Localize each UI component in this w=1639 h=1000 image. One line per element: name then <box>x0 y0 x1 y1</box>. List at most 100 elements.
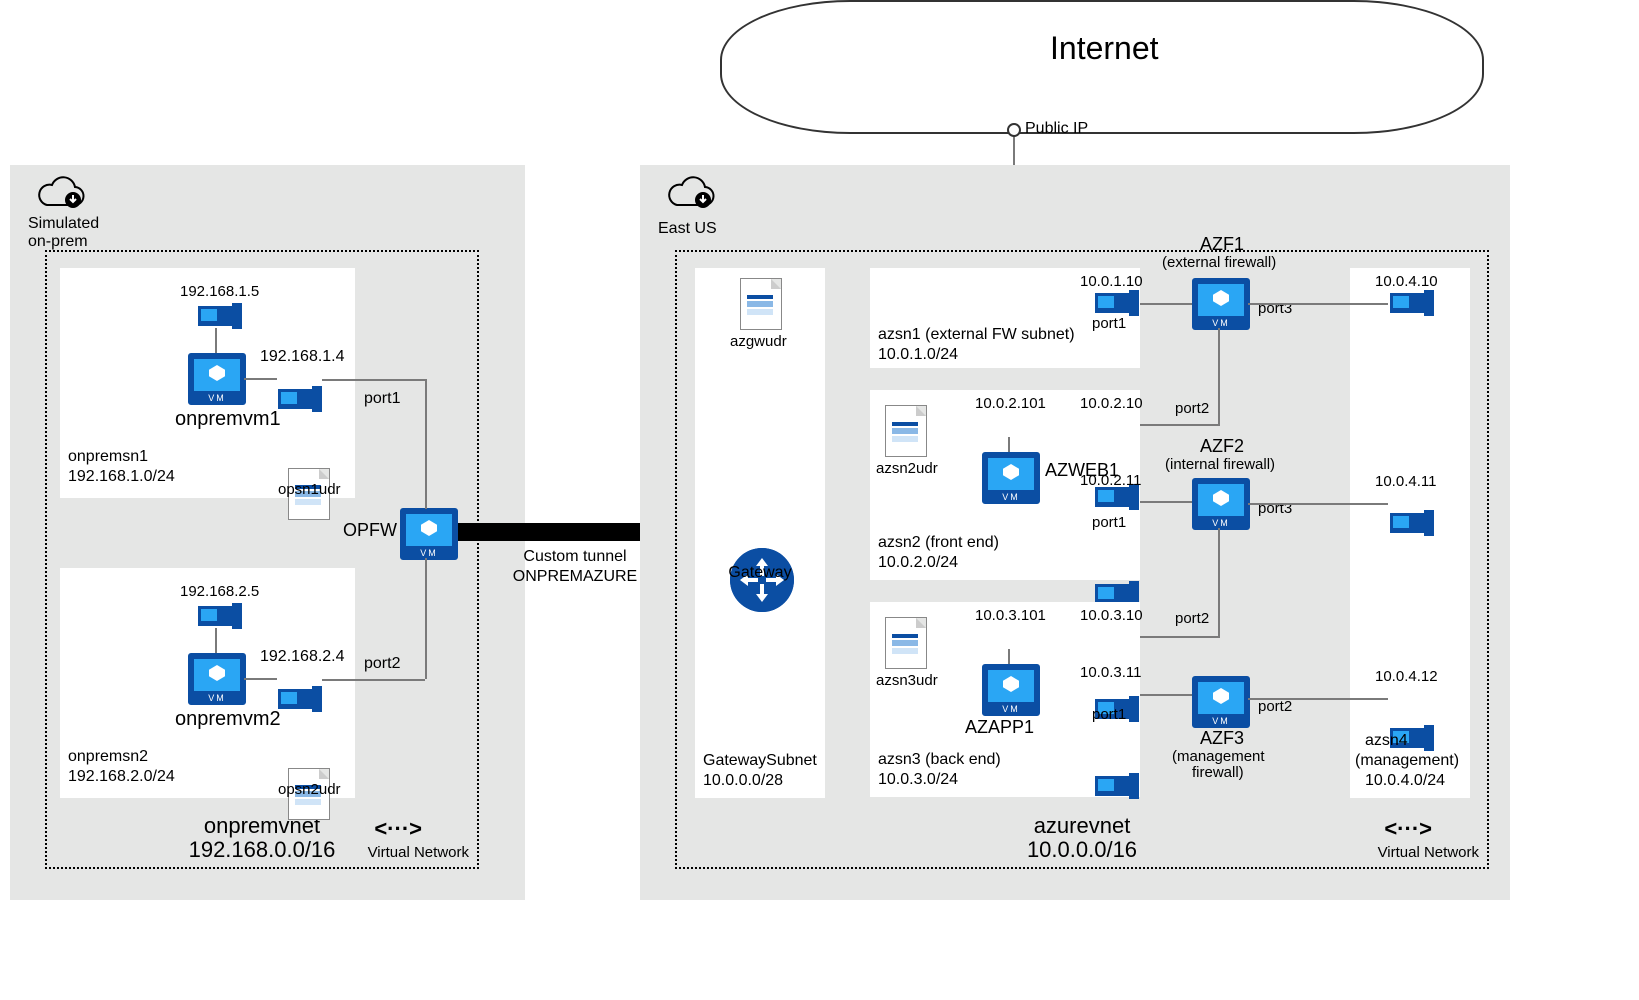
rg-eastus-label: East US <box>658 220 717 238</box>
nic-icon <box>278 689 314 709</box>
azsn2udr: azsn2udr <box>876 460 938 477</box>
nic-icon <box>1095 776 1131 796</box>
tunnel-l2: ONPREMAZURE <box>490 568 660 586</box>
azsn4-title: azsn4 <box>1365 732 1408 750</box>
azsn3-port: port1 <box>1092 706 1126 723</box>
sn2-name: onpremsn2 <box>68 748 148 766</box>
public-ip-label: Public IP <box>1025 120 1088 138</box>
azsn2-ipfw2: 10.0.2.11 <box>1080 472 1141 489</box>
azsn4-sub: (management) <box>1355 752 1459 770</box>
azf3-sub2: firewall) <box>1192 764 1244 781</box>
route-table-icon <box>885 617 927 669</box>
rg-onprem-label2: on-prem <box>28 233 88 251</box>
cloud-download-icon <box>35 175 87 211</box>
rg-onprem-label1: Simulated <box>28 215 99 233</box>
azsn3-ipfw1: 10.0.3.10 <box>1080 607 1143 624</box>
azf1-sub: (external firewall) <box>1162 254 1276 271</box>
azf2-sub: (internal firewall) <box>1165 456 1275 473</box>
nic-icon <box>1095 584 1131 604</box>
azsn2-title: azsn2 (front end) <box>878 534 999 552</box>
vnet-icon: <···> <box>1384 816 1432 842</box>
line <box>1140 636 1220 638</box>
line <box>1248 303 1388 305</box>
azf3-name: AZF3 <box>1200 728 1244 749</box>
opfw-port2: port2 <box>364 655 400 673</box>
azsn1-title: azsn1 (external FW subnet) <box>878 326 1075 344</box>
vm-icon <box>188 353 246 405</box>
azsn2-port: port1 <box>1092 514 1126 531</box>
route-table-icon <box>740 278 782 330</box>
line <box>425 379 427 509</box>
line <box>322 379 425 381</box>
line <box>215 328 217 353</box>
azsn3-title: azsn3 (back end) <box>878 751 1001 769</box>
subnet-azsn4: 10.0.4.10 10.0.4.11 10.0.4.12 azsn4 (man… <box>1350 268 1470 798</box>
vm-icon-opfw <box>400 508 458 560</box>
opfw-label: OPFW <box>343 520 397 541</box>
azgwudr: azgwudr <box>730 333 787 350</box>
azf1-name: AZF1 <box>1200 234 1244 255</box>
azsn4-ip3: 10.0.4.12 <box>1375 668 1438 685</box>
nic-icon <box>198 306 234 326</box>
vnet-azure-name: azurevnet <box>677 813 1487 839</box>
vnet-onprem-tag: Virtual Network <box>368 844 469 861</box>
gwsubnet-cidr: 10.0.0.0/28 <box>703 772 783 790</box>
subnet-azsn3: azsn3udr 10.0.3.101 AZAPP1 10.0.3.10 10.… <box>870 602 1140 797</box>
nic-icon <box>278 389 314 409</box>
line <box>425 558 427 679</box>
tunnel-l1: Custom tunnel <box>490 548 660 566</box>
azsn2-ipfw1: 10.0.2.10 <box>1080 395 1143 412</box>
line <box>1140 303 1192 305</box>
azsn4-ip1: 10.0.4.10 <box>1375 273 1438 290</box>
nic-icon <box>1390 293 1426 313</box>
azf2-name: AZF2 <box>1200 436 1244 457</box>
azsn3-cidr: 10.0.3.0/24 <box>878 771 958 789</box>
sn2-ip1: 192.168.2.5 <box>180 583 259 600</box>
line <box>1008 437 1010 452</box>
gateway-label: Gateway <box>695 564 825 582</box>
public-ip-ring <box>1007 123 1021 137</box>
azf3-sub: (management <box>1172 748 1265 765</box>
subnet-azsn1: azsn1 (external FW subnet) 10.0.1.0/24 1… <box>870 268 1140 368</box>
nic-icon <box>1390 513 1426 533</box>
sn1-udr: opsn1udr <box>278 481 341 498</box>
line <box>1140 501 1192 503</box>
vnet-icon: <···> <box>374 816 422 842</box>
sn1-cidr: 192.168.1.0/24 <box>68 468 175 486</box>
azsn2-cidr: 10.0.2.0/24 <box>878 554 958 572</box>
sn1-ip1: 192.168.1.5 <box>180 283 259 300</box>
azsn3-ip-nic1: 10.0.3.101 <box>975 607 1046 624</box>
azsn1-cidr: 10.0.1.0/24 <box>878 346 958 364</box>
azsn2-ip-nic1: 10.0.2.101 <box>975 395 1046 412</box>
sn1-name: onpremsn1 <box>68 448 148 466</box>
line <box>1008 649 1010 664</box>
vm-icon <box>982 664 1040 716</box>
subnet-onpremsn1: 192.168.1.5 onpremvm1 192.168.1.4 onprem… <box>60 268 355 498</box>
azf1-port2: port2 <box>1175 400 1209 417</box>
azf3-port2: port2 <box>1258 698 1292 715</box>
line <box>322 679 425 681</box>
azapp1: AZAPP1 <box>965 717 1034 738</box>
vnet-azure-tag: Virtual Network <box>1378 844 1479 861</box>
vm-icon-azf2 <box>1192 478 1250 530</box>
line <box>215 628 217 653</box>
line <box>244 378 277 380</box>
azsn4-cidr: 10.0.4.0/24 <box>1365 772 1445 790</box>
azsn3udr: azsn3udr <box>876 672 938 689</box>
sn2-udr: opsn2udr <box>278 781 341 798</box>
route-table-icon <box>885 405 927 457</box>
internet-cloud <box>720 0 1484 134</box>
azf2-port2: port2 <box>1175 610 1209 627</box>
gateway-subnet: azgwudr Gateway GatewaySubnet 10.0.0.0/2… <box>695 268 825 798</box>
opfw-port1: port1 <box>364 390 400 408</box>
line <box>1218 328 1220 424</box>
line <box>1140 694 1192 696</box>
line <box>1218 528 1220 636</box>
sn2-cidr: 192.168.2.0/24 <box>68 768 175 786</box>
subnet-onpremsn2: 192.168.2.5 onpremvm2 192.168.2.4 onprem… <box>60 568 355 798</box>
line <box>1140 424 1220 426</box>
sn2-vm: onpremvm2 <box>175 708 281 731</box>
azsn1-ip: 10.0.1.10 <box>1080 273 1143 290</box>
vm-icon <box>982 452 1040 504</box>
azsn4-ip2: 10.0.4.11 <box>1375 473 1436 490</box>
